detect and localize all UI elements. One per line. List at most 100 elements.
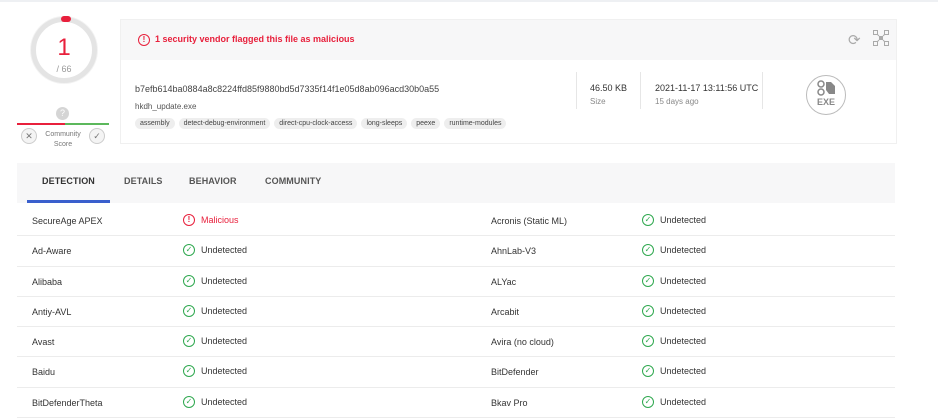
- check-icon: ✓: [183, 335, 195, 348]
- table-row: Avast ✓ Undetected Avira (no cloud) ✓ Un…: [17, 327, 895, 358]
- top-divider: [0, 0, 938, 2]
- check-icon: ✓: [642, 395, 654, 408]
- vendor-result: ✓ Undetected: [642, 335, 706, 348]
- tag-chip[interactable]: direct-cpu-clock-access: [274, 118, 358, 129]
- graph-icon[interactable]: [873, 30, 889, 46]
- vendor-name: SecureAge APEX: [32, 216, 103, 226]
- check-icon: ✓: [183, 274, 195, 287]
- result-text: Undetected: [201, 396, 248, 407]
- vendor-name: Avira (no cloud): [491, 337, 554, 348]
- check-icon: ✓: [642, 365, 654, 378]
- divider: [762, 72, 763, 109]
- alert-icon: !: [138, 34, 150, 46]
- engine-total: / 66: [56, 64, 72, 74]
- vendor-result: ! Malicious: [183, 214, 239, 226]
- check-icon: ✓: [183, 395, 195, 408]
- active-tab-indicator: [27, 200, 110, 203]
- table-row: SecureAge APEX ! Malicious Acronis (Stat…: [17, 206, 895, 237]
- check-icon: ✓: [183, 244, 195, 257]
- check-icon: ✓: [183, 365, 195, 378]
- vendor-result: ✓ Undetected: [183, 335, 248, 348]
- file-tags: assembly detect-debug-environment direct…: [135, 118, 507, 129]
- divider: [640, 72, 641, 109]
- tab-behavior[interactable]: BEHAVIOR: [189, 176, 237, 186]
- tab-details[interactable]: DETAILS: [124, 176, 163, 186]
- vendor-result: ✓ Undetected: [642, 395, 707, 408]
- tag-chip[interactable]: assembly: [135, 118, 175, 129]
- table-row: Ad-Aware ✓ Undetected AhnLab-V3 ✓ Undete…: [17, 236, 895, 267]
- vendor-result: ✓ Undetected: [183, 274, 248, 287]
- alert-banner: ! 1 security vendor flagged this file as…: [121, 20, 896, 60]
- file-name: hkdh_update.exe: [135, 102, 197, 111]
- check-icon: ✓: [642, 274, 654, 287]
- vendor-result: ✓ Undetected: [642, 244, 707, 257]
- check-icon: ✓: [183, 304, 195, 317]
- table-row: Baidu ✓ Undetected BitDefender ✓ Undetec…: [17, 357, 895, 388]
- vendor-name: BitDefender: [491, 367, 539, 378]
- result-text: Undetected: [660, 366, 707, 377]
- vendor-result: ✓ Undetected: [642, 274, 707, 287]
- file-size: 46.50 KB: [590, 83, 628, 93]
- vendor-result: ✓ Undetected: [642, 304, 707, 317]
- tag-chip[interactable]: detect-debug-environment: [178, 118, 271, 129]
- vote-malicious-button[interactable]: ✕: [21, 128, 37, 144]
- file-type-badge: EXE: [806, 75, 846, 115]
- result-text: Undetected: [201, 336, 248, 347]
- tab-bar: DETECTION DETAILS BEHAVIOR COMMUNITY: [17, 163, 895, 203]
- vendor-name: Bkav Pro: [491, 397, 528, 408]
- tab-detection[interactable]: DETECTION: [42, 176, 95, 186]
- check-icon: ✓: [642, 304, 654, 317]
- vendor-name: Alibaba: [32, 276, 63, 287]
- detection-count: 1: [57, 34, 71, 61]
- vendor-result: ✓ Undetected: [183, 244, 248, 257]
- result-text: Malicious: [201, 215, 239, 225]
- result-text: Undetected: [660, 396, 707, 407]
- check-icon: ✓: [642, 244, 654, 257]
- file-type-icon: [817, 80, 835, 96]
- result-text: Undetected: [201, 305, 248, 316]
- community-bar-negative: [17, 123, 65, 125]
- file-summary-card: ! 1 security vendor flagged this file as…: [120, 19, 897, 144]
- result-text: Undetected: [660, 215, 707, 225]
- divider: [576, 72, 577, 109]
- result-text: Undetected: [201, 366, 248, 377]
- file-type-label: EXE: [816, 97, 835, 107]
- vendor-name: Avast: [32, 337, 55, 348]
- analysis-age: 15 days ago: [655, 97, 699, 106]
- vendor-name: Acronis (Static ML): [491, 216, 568, 226]
- result-text: Undetected: [660, 275, 707, 286]
- tag-chip[interactable]: peexe: [411, 118, 441, 129]
- file-size-label: Size: [590, 97, 606, 106]
- malicious-icon: !: [183, 214, 195, 226]
- reanalyze-icon[interactable]: ⟳: [848, 31, 861, 49]
- detection-table: SecureAge APEX ! Malicious Acronis (Stat…: [17, 206, 895, 418]
- vendor-name: Antiy-AVL: [32, 306, 72, 317]
- vendor-result: ✓ Undetected: [642, 214, 706, 226]
- vendor-name: ALYac: [491, 276, 517, 287]
- vendor-name: Arcabit: [491, 306, 520, 317]
- alert-text: 1 security vendor flagged this file as m…: [155, 34, 355, 44]
- file-hash[interactable]: b7efb614ba0884a8c8224ffd85f9880bd5d7335f…: [135, 84, 439, 94]
- vendor-result: ✓ Undetected: [642, 365, 707, 378]
- community-score-question-icon[interactable]: ?: [56, 107, 69, 120]
- vendor-result: ✓ Undetected: [183, 304, 248, 317]
- vendor-result: ✓ Undetected: [183, 365, 248, 378]
- result-text: Undetected: [201, 275, 248, 286]
- vote-harmless-button[interactable]: ✓: [89, 128, 105, 144]
- result-text: Undetected: [201, 245, 248, 256]
- community-score-label: Community Score: [45, 131, 81, 148]
- vendor-name: Ad-Aware: [32, 246, 72, 257]
- result-text: Undetected: [660, 245, 707, 256]
- result-text: Undetected: [660, 305, 707, 316]
- score-arc: [61, 16, 71, 22]
- tab-community[interactable]: COMMUNITY: [265, 176, 321, 186]
- vendor-name: Baidu: [32, 367, 56, 378]
- tag-chip[interactable]: runtime-modules: [444, 118, 507, 129]
- tag-chip[interactable]: long-sleeps: [361, 118, 408, 129]
- vendor-name: AhnLab-V3: [491, 246, 537, 257]
- check-icon: ✓: [642, 335, 654, 348]
- table-row: Alibaba ✓ Undetected ALYac ✓ Undetected: [17, 267, 895, 297]
- vendor-result: ✓ Undetected: [183, 395, 248, 408]
- table-row: Antiy-AVL ✓ Undetected Arcabit ✓ Undetec…: [17, 297, 895, 328]
- table-row: BitDefenderTheta ✓ Undetected Bkav Pro ✓…: [17, 388, 895, 418]
